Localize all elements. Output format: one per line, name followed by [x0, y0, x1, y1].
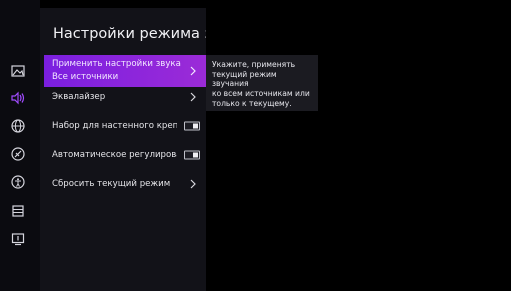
settings-sidebar	[0, 0, 40, 291]
auto-volume-item[interactable]: Автоматическое регулирова...	[44, 142, 206, 168]
device-icon[interactable]	[8, 229, 28, 249]
wall-mount-kit-item[interactable]: Набор для настенного креп...	[44, 113, 206, 139]
sound-mode-settings-panel: Настройки режима звук Применить настройк…	[40, 8, 206, 291]
support-icon[interactable]	[8, 201, 28, 221]
general-icon[interactable]	[8, 144, 28, 164]
menu-item-label: Автоматическое регулирова...	[52, 150, 177, 160]
tooltip-line: только к текущему.	[212, 98, 292, 108]
tooltip-line: Укажите, применять	[212, 60, 296, 69]
auto-volume-toggle[interactable]	[184, 150, 200, 160]
menu-item-label: Набор для настенного креп...	[52, 121, 177, 131]
chevron-right-icon	[190, 66, 196, 76]
accessibility-icon[interactable]	[8, 172, 28, 192]
toggle-knob	[193, 123, 198, 129]
page-title: Настройки режима звук	[53, 26, 206, 42]
reset-mode-item[interactable]: Сбросить текущий режим	[44, 171, 206, 197]
menu-item-value: Все источники	[52, 72, 119, 82]
menu-item-label: Применить настройки звука	[52, 59, 181, 69]
tooltip-line: текущий режим звучания	[212, 69, 277, 89]
menu-item-label: Эквалайзер	[52, 92, 106, 102]
equalizer-item[interactable]: Эквалайзер	[44, 84, 206, 110]
chevron-right-icon	[190, 92, 196, 102]
network-icon[interactable]	[8, 116, 28, 136]
menu-item-label: Сбросить текущий режим	[52, 179, 171, 189]
picture-icon[interactable]	[8, 61, 28, 81]
apply-sound-settings-item[interactable]: Применить настройки звука Все источники	[44, 55, 206, 87]
tooltip-line: ко всем источникам или	[212, 89, 310, 99]
wall-mount-toggle[interactable]	[184, 121, 200, 131]
chevron-right-icon	[190, 179, 196, 189]
sound-icon[interactable]	[8, 88, 28, 108]
toggle-knob	[193, 152, 198, 158]
help-tooltip: Укажите, применять текущий режим звучани…	[206, 55, 318, 111]
